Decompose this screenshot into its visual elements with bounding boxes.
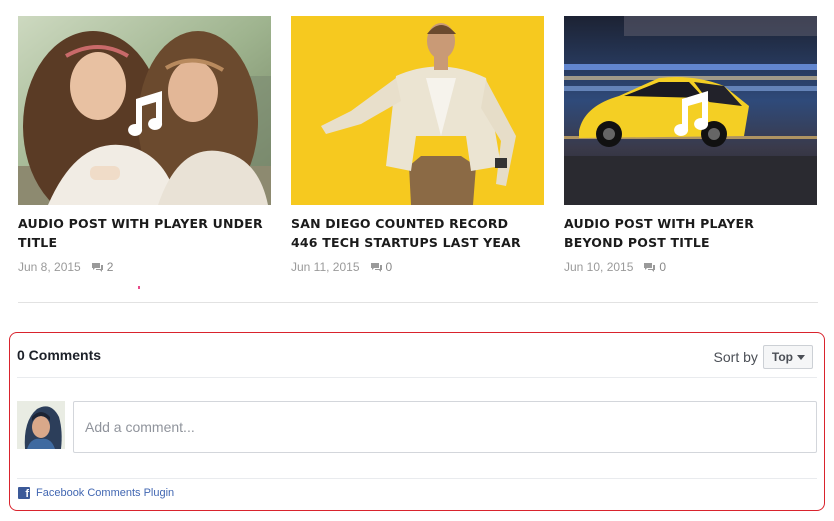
post-card: Audio Post With Player Beyond Post Title… xyxy=(564,16,817,275)
post-date: Jun 11, 2015 xyxy=(291,260,360,274)
section-divider xyxy=(18,302,818,303)
post-date: Jun 8, 2015 xyxy=(18,260,81,274)
comments-icon xyxy=(370,262,382,272)
comments-header: 0 Comments Sort by Top xyxy=(17,345,813,375)
comment-count[interactable]: 2 xyxy=(107,260,114,274)
comment-count[interactable]: 0 xyxy=(386,260,393,274)
comments-total: 0 Comments xyxy=(17,347,102,363)
sort-label: Sort by xyxy=(713,349,758,365)
post-meta: Jun 11, 2015 0 xyxy=(291,259,544,275)
post-card: Audio Post With Player Under Title Jun 8… xyxy=(18,16,271,275)
sort-value: Top xyxy=(771,350,793,364)
post-title[interactable]: Audio Post With Player Beyond Post Title xyxy=(564,214,809,252)
music-note-icon xyxy=(128,91,163,136)
post-meta: Jun 8, 2015 2 xyxy=(18,259,271,275)
post-image-man xyxy=(291,16,544,205)
comments-icon xyxy=(91,262,103,272)
post-title[interactable]: San Diego Counted Record 446 Tech Startu… xyxy=(291,214,536,252)
post-meta: Jun 10, 2015 0 xyxy=(564,259,817,275)
header-divider xyxy=(17,377,817,378)
post-thumbnail[interactable] xyxy=(18,16,271,205)
music-note-icon xyxy=(674,91,709,136)
footer-divider xyxy=(17,478,817,479)
stray-mark xyxy=(138,286,140,289)
caret-down-icon xyxy=(797,354,805,360)
sort-dropdown[interactable]: Top xyxy=(762,345,813,369)
post-date: Jun 10, 2015 xyxy=(564,260,634,274)
facebook-comments-plugin-link[interactable]: Facebook Comments Plugin xyxy=(36,487,174,499)
user-avatar-image xyxy=(17,401,65,449)
related-posts: Audio Post With Player Under Title Jun 8… xyxy=(18,16,818,286)
sort-control: Sort by Top xyxy=(714,345,813,369)
post-card: San Diego Counted Record 446 Tech Startu… xyxy=(291,16,544,275)
comments-footer: f Facebook Comments Plugin xyxy=(18,487,174,500)
post-thumbnail[interactable] xyxy=(291,16,544,205)
facebook-icon: f xyxy=(18,487,30,500)
comments-icon xyxy=(644,262,656,272)
avatar xyxy=(17,401,65,449)
post-title[interactable]: Audio Post With Player Under Title xyxy=(18,214,263,252)
comment-input[interactable] xyxy=(73,401,817,453)
facebook-comments-box: 0 Comments Sort by Top f Facebook Commen… xyxy=(9,332,825,511)
comment-count[interactable]: 0 xyxy=(659,260,666,274)
post-thumbnail[interactable] xyxy=(564,16,817,205)
